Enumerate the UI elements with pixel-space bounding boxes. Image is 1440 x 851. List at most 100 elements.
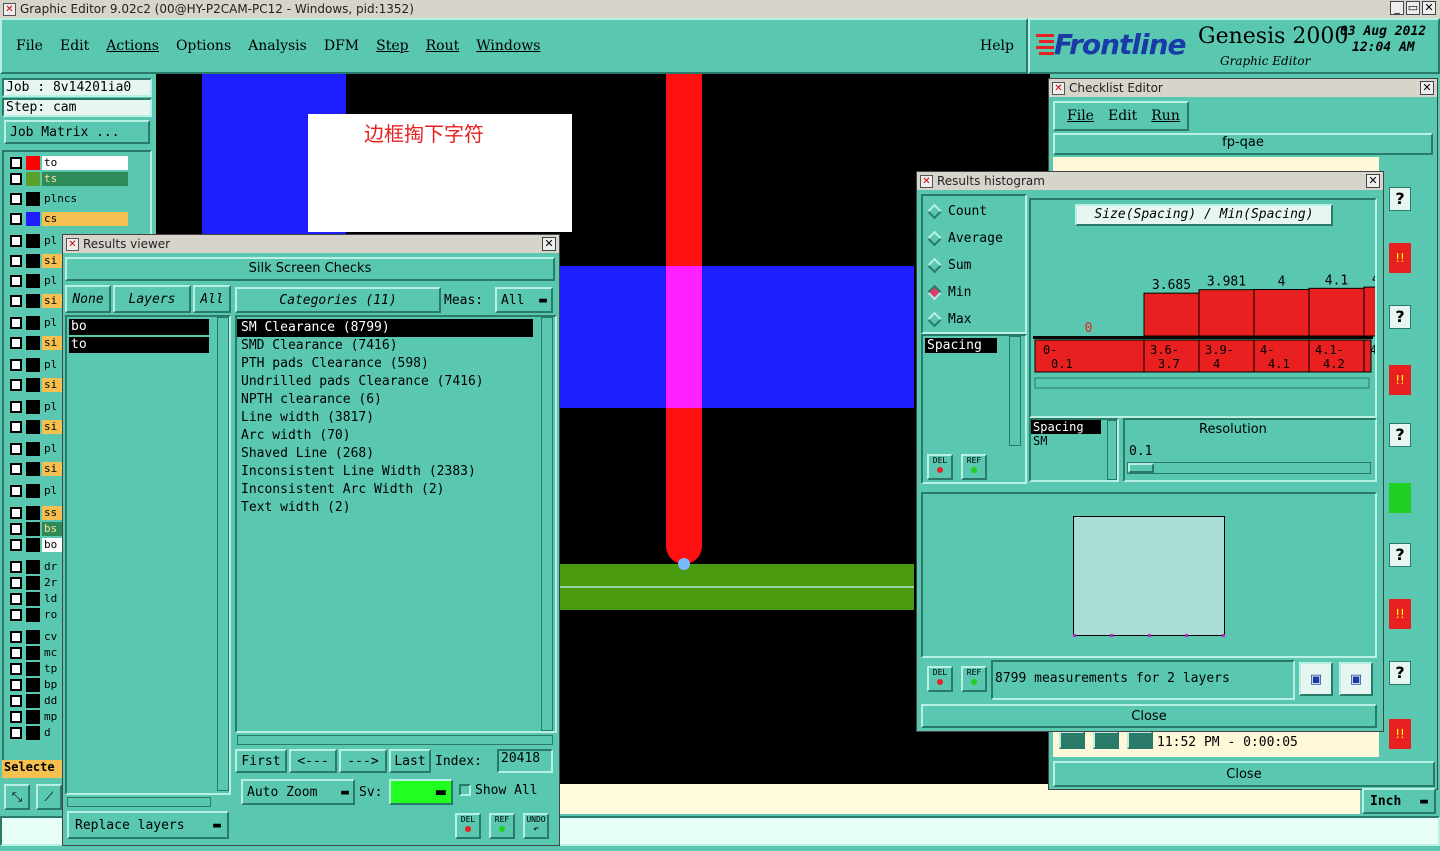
spacing-item[interactable]: SM (1031, 434, 1117, 448)
mode-count[interactable]: Count (923, 198, 1025, 225)
layer-color-swatch[interactable] (26, 591, 40, 606)
layer-color-swatch[interactable] (26, 645, 40, 660)
layer-checkbox[interactable] (10, 172, 22, 185)
layer-checkbox[interactable] (10, 420, 22, 433)
auto-zoom-select[interactable]: Auto Zoom ▬ (241, 779, 355, 805)
ref-button[interactable]: REF (489, 813, 515, 839)
layer-checkbox[interactable] (10, 710, 22, 723)
show-all-checkbox[interactable] (459, 784, 471, 796)
layer-checkbox[interactable] (10, 538, 22, 551)
layer-list-hscroll[interactable] (67, 797, 211, 807)
layer-row[interactable]: to (10, 154, 130, 171)
layer-color-swatch[interactable] (26, 607, 40, 622)
layer-checkbox[interactable] (10, 484, 22, 497)
category-item[interactable]: NPTH clearance (6) (237, 391, 555, 409)
index-input[interactable]: 20418 (497, 749, 553, 773)
layer-name[interactable]: cs (42, 211, 128, 226)
layer-name[interactable]: to (42, 155, 128, 170)
checklist-close-icon[interactable]: ✕ (1420, 81, 1434, 95)
result-layer-item[interactable]: bo (69, 319, 209, 335)
unit-selector[interactable]: Inch ▬ (1362, 788, 1436, 814)
category-item[interactable]: Shaved Line (268) (237, 445, 555, 463)
layer-checkbox[interactable] (10, 592, 22, 605)
layer-checkbox[interactable] (10, 662, 22, 675)
layer-color-swatch[interactable] (26, 315, 40, 330)
layer-color-swatch[interactable] (26, 537, 40, 552)
radio-icon[interactable] (926, 311, 943, 328)
menu-file[interactable]: File (16, 38, 43, 54)
minimize-button[interactable]: _ (1390, 1, 1404, 15)
layer-color-swatch[interactable] (26, 357, 40, 372)
result-layer-item[interactable]: to (69, 337, 209, 353)
category-item[interactable]: Line width (3817) (237, 409, 555, 427)
measure-list-scrollbar[interactable] (1009, 336, 1021, 446)
layer-checkbox[interactable] (10, 646, 22, 659)
layer-checkbox[interactable] (10, 462, 22, 475)
category-item[interactable]: SMD Clearance (7416) (237, 337, 555, 355)
checklist-close-button[interactable]: Close (1053, 761, 1435, 787)
layer-checkbox[interactable] (10, 234, 22, 247)
mode-average[interactable]: Average (923, 225, 1025, 252)
menu-dfm[interactable]: DFM (324, 38, 359, 54)
layer-checkbox[interactable] (10, 506, 22, 519)
layer-checkbox[interactable] (10, 378, 22, 391)
layer-row[interactable]: plncs (10, 190, 130, 207)
layer-color-swatch[interactable] (26, 419, 40, 434)
histogram-bar[interactable] (1308, 287, 1365, 337)
layer-color-swatch[interactable] (26, 505, 40, 520)
measure-tool-button[interactable]: ⟋ (36, 784, 62, 810)
layer-list-scrollbar[interactable] (217, 317, 229, 791)
layer-color-swatch[interactable] (26, 273, 40, 288)
chart-hscroll[interactable] (1034, 377, 1370, 389)
layer-checkbox[interactable] (10, 254, 22, 267)
histogram-ref-button-top[interactable]: REF (961, 454, 987, 480)
layer-checkbox[interactable] (10, 212, 22, 225)
layer-row[interactable]: cs (10, 210, 130, 227)
category-item[interactable]: PTH pads Clearance (598) (237, 355, 555, 373)
layers-none-button[interactable]: None (65, 285, 111, 313)
histogram-bar[interactable] (1363, 286, 1375, 337)
del-button[interactable]: DEL (455, 813, 481, 839)
menu-analysis[interactable]: Analysis (248, 38, 307, 54)
layer-color-swatch[interactable] (26, 521, 40, 536)
next-button[interactable]: ---> (339, 749, 387, 773)
resolution-slider[interactable] (1127, 462, 1371, 474)
menu-rout[interactable]: Rout (426, 38, 460, 54)
replace-layers-select[interactable]: Replace layers ▬ (67, 811, 229, 839)
prev-button[interactable]: <--- (289, 749, 337, 773)
layer-checkbox[interactable] (10, 576, 22, 589)
layer-color-swatch[interactable] (26, 559, 40, 574)
menu-edit[interactable]: Edit (60, 38, 89, 54)
run-step-icon[interactable] (1059, 731, 1085, 749)
category-item[interactable]: Inconsistent Line Width (2383) (237, 463, 555, 481)
sv-select[interactable]: ▬ (389, 779, 453, 805)
radio-icon[interactable] (926, 257, 943, 274)
mode-sum[interactable]: Sum (923, 252, 1025, 279)
layer-color-swatch[interactable] (26, 461, 40, 476)
category-list-scrollbar[interactable] (541, 317, 553, 731)
layer-color-swatch[interactable] (26, 335, 40, 350)
category-list-hscroll[interactable] (237, 735, 553, 745)
layer-checkbox[interactable] (10, 442, 22, 455)
histogram-bar[interactable] (1253, 288, 1310, 337)
histogram-del-button-top[interactable]: DEL (927, 454, 953, 480)
mode-max[interactable]: Max (923, 306, 1025, 333)
checklist-menu-run[interactable]: Run (1151, 108, 1180, 124)
run-layer-icon[interactable] (1127, 731, 1153, 749)
layer-color-swatch[interactable] (26, 191, 40, 206)
histogram-bar[interactable] (1198, 289, 1255, 337)
last-button[interactable]: Last (389, 749, 431, 773)
layer-checkbox[interactable] (10, 726, 22, 739)
category-item[interactable]: Text width (2) (237, 499, 555, 517)
maximize-button[interactable]: ▭ (1406, 1, 1420, 15)
measure-list-item[interactable]: Spacing (925, 338, 997, 353)
radio-icon[interactable] (926, 284, 943, 301)
layer-checkbox[interactable] (10, 294, 22, 307)
category-item[interactable]: SM Clearance (8799) (237, 319, 533, 337)
layer-color-swatch[interactable] (26, 725, 40, 740)
run-all-icon[interactable] (1093, 731, 1119, 749)
layer-checkbox[interactable] (10, 608, 22, 621)
zoom-fit-button[interactable]: ▣ (1299, 662, 1333, 696)
zoom-area-button[interactable]: ▣ (1339, 662, 1373, 696)
first-button[interactable]: First (235, 749, 287, 773)
